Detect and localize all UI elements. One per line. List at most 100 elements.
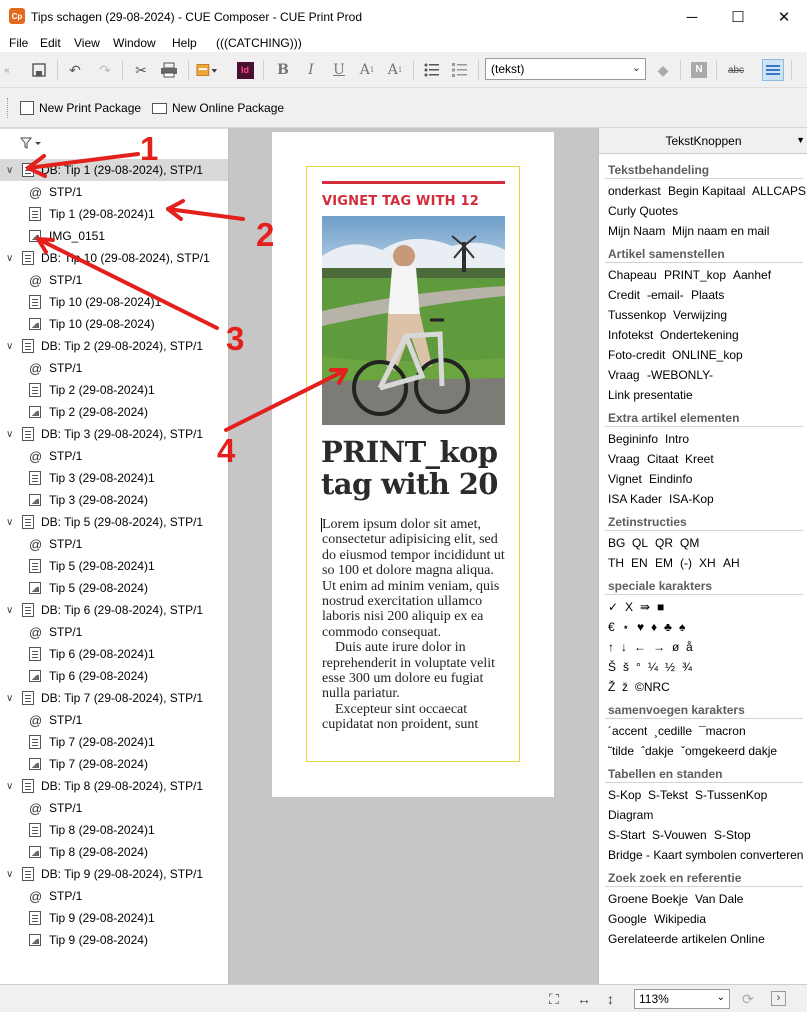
cut-icon[interactable]: ✂ [130,59,152,81]
panel-text-button[interactable]: Curly Quotes [608,204,678,218]
panel-text-button[interactable]: Intro [665,432,689,446]
tree-section-node[interactable]: @ STP/1 [0,709,228,731]
panel-text-button[interactable]: EN [631,556,648,570]
panel-text-button[interactable]: XH [699,556,716,570]
tree-section-node[interactable]: @ STP/1 [0,445,228,467]
bold-icon[interactable]: B [272,59,294,81]
tree-section-node[interactable]: @ STP/1 [0,621,228,643]
panel-text-button[interactable]: ♠ [679,620,685,634]
italic-icon[interactable]: I [300,59,322,81]
panel-text-button[interactable]: Wikipedia [654,912,706,926]
vignet-text[interactable]: VIGNET TAG WITH 12 [322,194,479,209]
panel-text-button[interactable]: Š [608,660,616,674]
menu-edit[interactable]: Edit [40,36,61,50]
panel-text-button[interactable]: QM [680,536,699,550]
superscript-icon[interactable]: A1 [384,59,406,81]
save-icon[interactable] [28,59,50,81]
panel-text-button[interactable]: S-Vouwen [652,828,707,842]
tree-db-node[interactable]: ∨ DB: Tip 1 (29-08-2024), STP/1 [0,159,228,181]
menu-file[interactable]: File [9,36,28,50]
panel-text-button[interactable]: Mijn naam en mail [672,224,769,238]
minimize-icon[interactable]: ─ [670,4,714,30]
panel-text-button[interactable]: Chapeau [608,268,657,282]
panel-text-button[interactable]: S-Tekst [648,788,688,802]
panel-text-button[interactable]: -email- [647,288,684,302]
panel-text-button[interactable]: onderkast [608,184,661,198]
print-icon[interactable] [158,59,180,81]
panel-text-button[interactable]: ˜tilde [608,744,634,758]
panel-text-button[interactable]: Infotekst [608,328,653,342]
tree-text-node[interactable]: Tip 2 (29-08-2024)1 [0,379,228,401]
panel-text-button[interactable]: € [608,620,615,634]
panel-text-button[interactable]: Begininfo [608,432,658,446]
chevron-down-icon[interactable]: ∨ [6,165,13,176]
panel-text-button[interactable]: Vignet [608,472,642,486]
panel-text-button[interactable]: QL [632,536,648,550]
new-online-package-button[interactable]: New Online Package [152,99,284,117]
panel-text-button[interactable]: ISA Kader [608,492,662,506]
spellcheck-icon[interactable]: abc [725,59,747,81]
tree-image-node[interactable]: IMG_0151 [0,225,228,247]
tree-db-node[interactable]: ∨ DB: Tip 2 (29-08-2024), STP/1 [0,335,228,357]
panel-text-button[interactable]: Gerelateerde artikelen Online [608,932,765,946]
panel-text-button[interactable]: -WEBONLY- [647,368,713,382]
tree-text-node[interactable]: Tip 3 (29-08-2024)1 [0,467,228,489]
n-icon[interactable]: N [688,59,710,81]
panel-text-button[interactable]: AH [723,556,740,570]
panel-text-button[interactable]: š [623,660,629,674]
panel-text-button[interactable]: Verwijzing [673,308,727,322]
panel-text-button[interactable]: Vraag [608,368,640,382]
tree-db-node[interactable]: ∨ DB: Tip 6 (29-08-2024), STP/1 [0,599,228,621]
panel-text-button[interactable]: ISA-Kop [669,492,714,506]
close-icon[interactable]: ✕ [762,4,806,30]
tree-text-node[interactable]: Tip 6 (29-08-2024)1 [0,643,228,665]
filter-icon[interactable] [19,137,42,152]
panel-text-button[interactable]: → [653,640,665,654]
tree-section-node[interactable]: @ STP/1 [0,357,228,379]
panel-text-button[interactable]: S-Start [608,828,645,842]
panel-text-button[interactable]: ⇛ [640,600,650,614]
tree-text-node[interactable]: Tip 9 (29-08-2024)1 [0,907,228,929]
article-body[interactable]: Lorem ipsum dolor sit amet, consectetur … [322,517,510,733]
tree-image-node[interactable]: Tip 2 (29-08-2024) [0,401,228,423]
panel-text-button[interactable]: BG [608,536,625,550]
article-photo[interactable] [322,216,505,425]
panel-text-button[interactable]: ♣ [664,620,672,634]
tree-db-node[interactable]: ∨ DB: Tip 3 (29-08-2024), STP/1 [0,423,228,445]
panel-text-button[interactable]: QR [655,536,673,550]
tree-text-node[interactable]: Tip 1 (29-08-2024)1 [0,203,228,225]
chevron-down-icon[interactable]: ∨ [6,429,13,440]
chevron-down-icon[interactable]: ∨ [6,781,13,792]
chevron-down-icon[interactable]: ∨ [6,605,13,616]
panel-text-button[interactable]: ONLINE_kop [672,348,743,362]
tree-image-node[interactable]: Tip 9 (29-08-2024) [0,929,228,951]
panel-text-button[interactable]: Bridge - Kaart symbolen converteren [608,848,803,862]
next-icon[interactable]: › [771,991,786,1006]
chevron-down-icon[interactable]: ∨ [6,869,13,880]
panel-text-button[interactable]: ↑ [608,640,614,654]
numbered-list-icon[interactable] [449,59,471,81]
panel-text-button[interactable]: ž [622,680,628,694]
panel-text-button[interactable]: ♥ [637,620,644,634]
tree-db-node[interactable]: ∨ DB: Tip 5 (29-08-2024), STP/1 [0,511,228,533]
tree-db-node[interactable]: ∨ DB: Tip 7 (29-08-2024), STP/1 [0,687,228,709]
tree-db-node[interactable]: ∨ DB: Tip 8 (29-08-2024), STP/1 [0,775,228,797]
panel-text-button[interactable]: ✓ [608,600,618,614]
panel-text-button[interactable]: S-TussenKop [695,788,767,802]
tree-text-node[interactable]: Tip 5 (29-08-2024)1 [0,555,228,577]
panel-text-button[interactable]: ø [672,640,679,654]
panel-header[interactable]: TekstKnoppen ▼ [599,128,807,154]
panel-text-button[interactable]: ˆdakje [641,744,674,758]
chevron-down-icon[interactable]: ∨ [6,341,13,352]
chevron-down-icon[interactable]: ∨ [6,253,13,264]
panel-text-button[interactable]: Ondertekening [660,328,739,342]
maximize-icon[interactable]: ☐ [716,4,760,30]
tree-section-node[interactable]: @ STP/1 [0,533,228,555]
panel-text-button[interactable]: Eindinfo [649,472,692,486]
undo-icon[interactable]: ↶ [64,59,86,81]
panel-text-button[interactable]: ¯macron [699,724,746,738]
panel-text-button[interactable]: ¾ [682,660,692,674]
underline-icon[interactable]: U [328,59,350,81]
panel-text-button[interactable]: Vraag [608,452,640,466]
tree-image-node[interactable]: Tip 6 (29-08-2024) [0,665,228,687]
